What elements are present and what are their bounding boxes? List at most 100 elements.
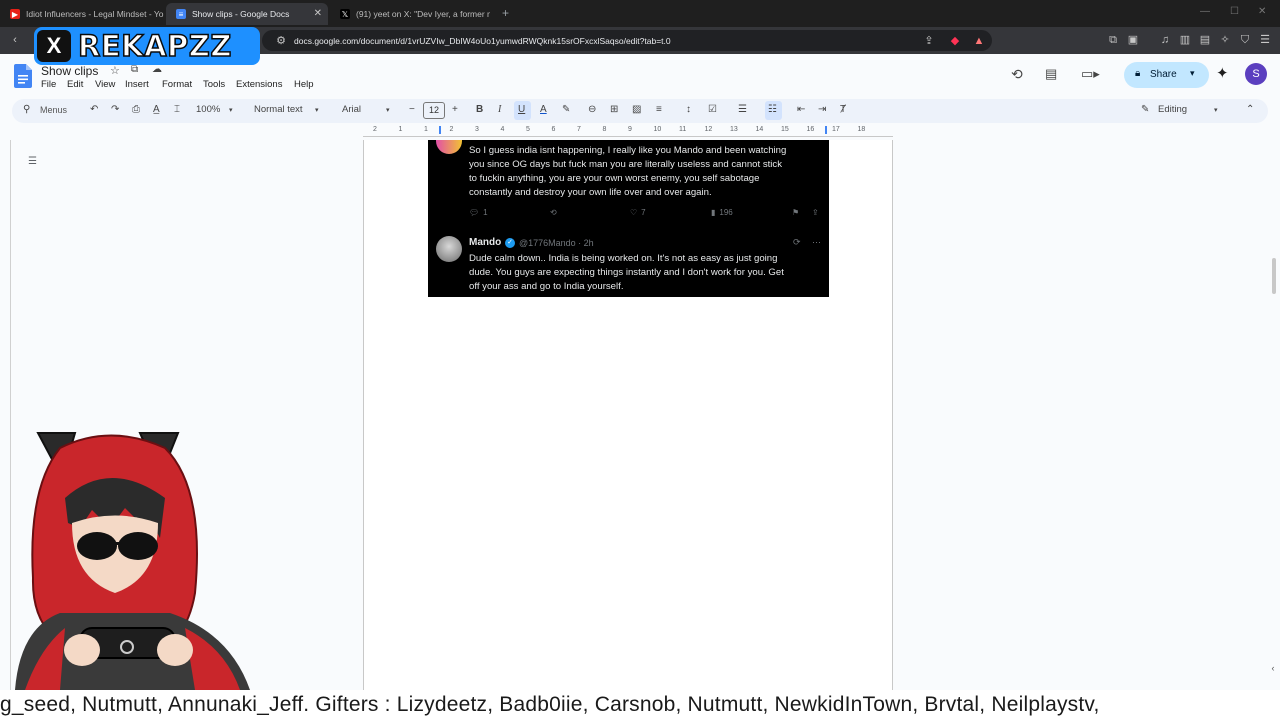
cloud-status-icon[interactable]: ☁ (152, 64, 162, 75)
logo-text: REKAPZZ (77, 28, 232, 64)
stream-ticker: g_seed, Nutmutt, Annunaki_Jeff. Gifters … (0, 690, 1280, 720)
share-page-icon[interactable]: ⇪ (922, 34, 936, 48)
menu-extensions[interactable]: Extensions (236, 79, 282, 90)
new-tab-button[interactable]: + (502, 6, 509, 20)
sidebar-icon[interactable]: ▥ (1178, 33, 1192, 47)
url-field[interactable]: ⚙ docs.google.com/document/d/1vrUZVIw_Db… (262, 30, 992, 51)
increase-font-icon[interactable]: + (452, 104, 458, 115)
italic-icon[interactable]: I (498, 104, 501, 115)
add-comment-icon[interactable]: ⊞ (610, 104, 618, 115)
ruler-number: 5 (526, 126, 530, 133)
link-icon[interactable]: ⊖ (588, 104, 596, 115)
avatar[interactable]: S (1245, 63, 1267, 85)
wallet-icon[interactable]: ▤ (1198, 33, 1212, 47)
menu-help[interactable]: Help (294, 79, 314, 90)
decrease-font-icon[interactable]: − (409, 104, 415, 115)
lock-icon: 🔒︎ (1135, 68, 1141, 79)
side-panel-toggle-icon[interactable]: ‹ (1267, 663, 1279, 677)
brave-rewards-icon[interactable]: ▲ (972, 34, 986, 48)
gemini-icon[interactable]: ✦ (1216, 64, 1229, 82)
insert-image-icon[interactable]: ▨ (632, 104, 641, 115)
author-text-line: dude. You guys are expecting things inst… (469, 267, 784, 278)
print-icon[interactable]: ⎙ (132, 104, 140, 115)
align-icon[interactable]: ≡ (656, 104, 662, 115)
menu-file[interactable]: File (41, 79, 56, 90)
checklist-icon[interactable]: ☑ (708, 104, 717, 115)
minimize-icon[interactable]: — (1200, 6, 1210, 17)
back-icon[interactable]: ‹ (8, 33, 22, 47)
ruler-number: 11 (679, 126, 687, 133)
menu-format[interactable]: Format (162, 79, 192, 90)
move-icon[interactable]: ⧉ (131, 64, 138, 75)
undo-icon[interactable]: ↶ (90, 104, 98, 115)
close-tab-icon[interactable]: ✕ (314, 8, 322, 19)
comments-icon[interactable]: ▤ (1045, 66, 1057, 82)
menus-search-input[interactable]: Menus (40, 105, 67, 115)
ruler-number: 2 (449, 126, 454, 133)
ruler[interactable]: 2 1 1 2 3 4 5 6 7 8 9 10 11 12 13 14 15 16 17 18 (363, 126, 893, 138)
menu-view[interactable]: View (95, 79, 115, 90)
style-select[interactable]: Normal text (254, 104, 303, 115)
vpn-icon[interactable]: ⛉ (1238, 33, 1252, 47)
grok-icon: ⟳ (793, 237, 801, 247)
screenshot-icon[interactable]: ▣ (1126, 33, 1140, 47)
x-logo-icon: X (37, 30, 71, 62)
zoom-select[interactable]: 100% (196, 104, 220, 115)
ruler-number: 8 (602, 126, 607, 133)
media-icon[interactable]: ♫ (1158, 33, 1172, 47)
ticker-text: g_seed, Nutmutt, Annunaki_Jeff. Gifters … (0, 693, 1100, 716)
right-indent-marker[interactable] (825, 126, 827, 134)
docs-logo-icon[interactable] (14, 64, 32, 88)
doc-title[interactable]: Show clips (41, 64, 98, 78)
decrease-indent-icon[interactable]: ⇤ (797, 104, 805, 115)
reply-count: 1 (483, 208, 488, 217)
font-size-field[interactable]: 12 (423, 102, 445, 119)
meet-icon[interactable]: ▭▸ (1081, 66, 1100, 82)
spellcheck-icon[interactable]: A̲ (153, 104, 160, 115)
star-icon[interactable]: ☆ (110, 64, 120, 77)
share-icon: ⇪ (812, 208, 819, 217)
share-dropdown-icon[interactable]: ▾ (1190, 68, 1195, 79)
tab-google-docs[interactable]: ≡ Show clips - Google Docs ✕ (166, 3, 328, 25)
heart-icon: ♡ (630, 208, 638, 217)
share-button[interactable]: 🔒︎ Share ▾ (1124, 62, 1209, 88)
extensions-icon[interactable]: ⧉ (1106, 33, 1120, 47)
text-color-icon[interactable]: A (540, 104, 547, 115)
paint-format-icon[interactable]: ⌶ (174, 104, 180, 115)
clear-formatting-icon[interactable]: Ⱦ (840, 104, 846, 115)
author-handle: @1776Mando · 2h (519, 238, 594, 248)
collapse-toolbar-icon[interactable]: ⌃ (1246, 104, 1254, 115)
tab-youtube[interactable]: ▶ Idiot Influencers - Legal Mindset - Yo (0, 3, 164, 25)
tab-x[interactable]: 𝕏 (91) yeet on X: "Dev Iyer, a former me (330, 3, 490, 25)
ruler-number: 9 (628, 126, 632, 133)
maximize-icon[interactable]: ☐ (1230, 6, 1239, 17)
left-indent-marker[interactable] (439, 126, 441, 134)
browser-menu-icon[interactable]: ☰ (1258, 33, 1272, 47)
bold-icon[interactable]: B (476, 104, 483, 115)
document-outline-icon[interactable]: ☰ (28, 156, 37, 167)
verified-icon: ✓ (505, 238, 515, 248)
menu-tools[interactable]: Tools (203, 79, 225, 90)
redo-icon[interactable]: ↷ (111, 104, 119, 115)
increase-indent-icon[interactable]: ⇥ (818, 104, 826, 115)
bulleted-list-icon[interactable]: ☰ (738, 104, 747, 115)
mode-select[interactable]: Editing (1158, 104, 1187, 115)
window-close-icon[interactable]: ✕ (1258, 6, 1266, 17)
menu-insert[interactable]: Insert (125, 79, 149, 90)
site-info-icon[interactable]: ⚙ (274, 34, 288, 48)
version-history-icon[interactable]: ⟲ (1011, 66, 1023, 83)
highlight-icon[interactable]: ✎ (562, 104, 570, 115)
font-select[interactable]: Arial (342, 104, 361, 115)
author-text-line: Dude calm down.. India is being worked o… (469, 253, 778, 264)
brave-shield-icon[interactable]: ◆ (948, 34, 962, 48)
ruler-number: 2 (373, 126, 377, 133)
line-spacing-icon[interactable]: ↕ (686, 104, 691, 115)
leo-icon[interactable]: ✧ (1218, 33, 1232, 47)
ruler-number: 7 (577, 126, 581, 133)
author-name: Mando (469, 237, 502, 248)
menu-edit[interactable]: Edit (67, 79, 83, 90)
ruler-number: 3 (475, 126, 479, 133)
scrollbar-thumb[interactable] (1272, 258, 1276, 294)
embedded-tweet-image[interactable]: So I guess india isnt happening, I reall… (428, 140, 829, 297)
tab-title: Idiot Influencers - Legal Mindset - Yo (26, 9, 164, 19)
